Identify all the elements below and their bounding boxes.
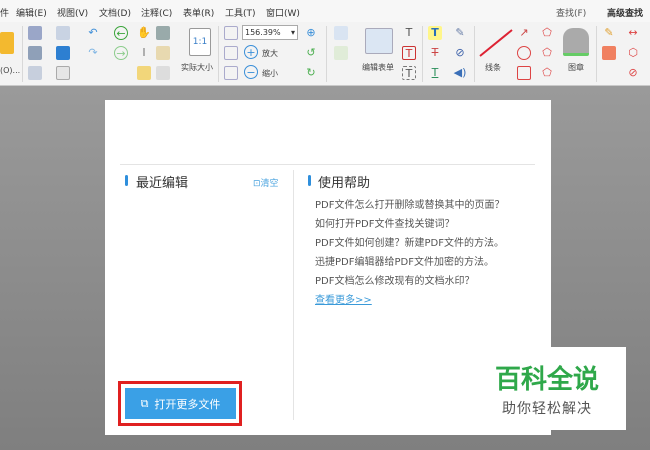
fit-width-icon[interactable] [224, 46, 238, 60]
scan-icon[interactable] [56, 46, 70, 60]
menu-view[interactable]: 视图(V) [57, 6, 88, 19]
cloud-icon[interactable]: ⬠ [540, 66, 554, 80]
find-page-icon[interactable] [156, 66, 170, 80]
edit-form-label[interactable]: 编辑表单 [362, 62, 394, 73]
find-button[interactable]: 查找(F) [556, 6, 586, 19]
save-icon[interactable] [28, 26, 42, 40]
print-icon[interactable] [28, 46, 42, 60]
advanced-find-button[interactable]: 高级查找 [607, 6, 643, 19]
menu-file[interactable]: 件 [0, 6, 9, 19]
hand-tool-icon[interactable]: ✋ [137, 26, 151, 40]
watermark-subtitle: 助你轻松解决 [502, 401, 592, 417]
callout-icon[interactable]: T [402, 66, 416, 80]
polygon-icon[interactable]: ⬠ [540, 46, 554, 60]
line-icon[interactable] [478, 28, 514, 58]
watermark-title: 百科全说 [494, 365, 599, 395]
highlight-icon[interactable]: T [428, 26, 442, 40]
menu-form[interactable]: 表单(R) [183, 6, 214, 19]
camera-icon[interactable] [156, 26, 170, 40]
open-more-label: 打开更多文件 [154, 397, 221, 411]
email-icon[interactable] [56, 26, 70, 40]
section-marker [308, 175, 311, 186]
help-title: 使用帮助 [318, 176, 371, 191]
actual-size-label[interactable]: 实际大小 [181, 62, 213, 73]
help-link[interactable]: PDF文件如何创建？新建PDF文件的方法。 [315, 234, 504, 249]
menu-edit[interactable]: 编辑(E) [16, 6, 47, 19]
zoom-out-label[interactable]: 缩小 [262, 68, 278, 79]
open-folder-icon[interactable] [0, 32, 14, 54]
add-field-icon[interactable] [334, 46, 348, 60]
polyline-icon[interactable]: ⬠ [540, 26, 554, 40]
attachment-icon[interactable]: ⊘ [453, 46, 467, 60]
distance-icon[interactable]: ↔ [626, 26, 640, 40]
menu-document[interactable]: 文档(D) [99, 6, 131, 19]
rectangle-icon[interactable] [517, 66, 531, 80]
see-more-link[interactable]: 查看更多>> [315, 291, 372, 306]
recent-title: 最近编辑 [136, 176, 189, 191]
menu-window[interactable]: 窗口(W) [266, 6, 300, 19]
open-label[interactable]: (O)... [0, 66, 20, 75]
fit-visible-icon[interactable] [224, 66, 238, 80]
clear-button[interactable]: ⊡清空 [253, 176, 279, 189]
lines-label[interactable]: 线条 [485, 62, 501, 73]
zoom-out-icon[interactable]: − [244, 65, 258, 79]
menu-comment[interactable]: 注释(C) [141, 6, 172, 19]
strikeout-icon[interactable]: T [428, 46, 442, 60]
section-marker [125, 175, 128, 186]
help-link[interactable]: PDF文档怎么修改现有的文档水印？ [315, 272, 474, 287]
actual-size-icon[interactable]: 1:1 [189, 28, 211, 56]
zoom-value: 156.39% [245, 28, 281, 37]
stamp-icon[interactable] [563, 28, 589, 56]
select-text-icon[interactable]: I [137, 46, 151, 60]
zoom-in-icon[interactable]: + [244, 45, 258, 59]
undo-icon[interactable]: ↶ [86, 26, 100, 40]
snapshot-area-icon[interactable] [137, 66, 151, 80]
export-icon[interactable] [28, 66, 42, 80]
eraser-icon[interactable] [602, 46, 616, 60]
menu-tools[interactable]: 工具(T) [225, 6, 256, 19]
rotate-right-icon[interactable]: ↻ [304, 66, 318, 80]
text-box-icon[interactable]: T [402, 26, 416, 40]
divider [293, 170, 294, 420]
text-field-icon[interactable]: T [402, 46, 416, 60]
edit-form-icon[interactable] [365, 28, 393, 54]
edit-content-icon[interactable] [334, 26, 348, 40]
trash-icon: ⊡ [253, 179, 261, 189]
help-link[interactable]: PDF文件怎么打开删除或替换其中的页面？ [315, 196, 504, 211]
magnifier-icon[interactable]: ⊕ [304, 26, 318, 40]
pencil-icon[interactable]: ✎ [602, 26, 616, 40]
ellipse-icon[interactable] [517, 46, 531, 60]
arrow-icon[interactable]: ↗ [517, 26, 531, 40]
pin-icon[interactable]: ✎ [453, 26, 467, 40]
new-file-icon[interactable] [56, 66, 70, 80]
forward-icon[interactable]: → [114, 46, 128, 60]
zoom-select[interactable]: 156.39% ▾ [242, 25, 298, 40]
help-link[interactable]: 如何打开PDF文件查找关键词？ [315, 215, 454, 230]
zoom-in-label[interactable]: 放大 [262, 48, 278, 59]
clear-label: 清空 [260, 179, 279, 189]
underline-icon[interactable]: T [428, 66, 442, 80]
open-more-files-button[interactable]: ⧉ 打开更多文件 [125, 388, 236, 419]
fit-page-icon[interactable] [224, 26, 238, 40]
chevron-down-icon: ▾ [290, 28, 295, 37]
stamp-label[interactable]: 图章 [568, 62, 584, 73]
redo-icon[interactable]: ↷ [86, 46, 100, 60]
area-icon[interactable]: ⊘ [626, 66, 640, 80]
toolbar: (O)... ↶ ↷ ← → ✋ I 1:1 实际大小 156.39% ▾ + … [0, 22, 650, 86]
perimeter-icon[interactable]: ⬡ [626, 46, 640, 60]
rotate-left-icon[interactable]: ↺ [304, 46, 318, 60]
help-link[interactable]: 迅捷PDF编辑器给PDF文件加密的方法。 [315, 253, 494, 268]
paste-icon[interactable] [156, 46, 170, 60]
watermark: 百科全说 助你轻松解决 [468, 347, 626, 430]
back-icon[interactable]: ← [114, 26, 128, 40]
sound-icon[interactable]: ◀) [453, 66, 467, 80]
divider [120, 164, 535, 165]
external-open-icon: ⧉ [140, 396, 149, 410]
menu-bar: 件 编辑(E) 视图(V) 文档(D) 注释(C) 表单(R) 工具(T) 窗口… [0, 0, 650, 22]
